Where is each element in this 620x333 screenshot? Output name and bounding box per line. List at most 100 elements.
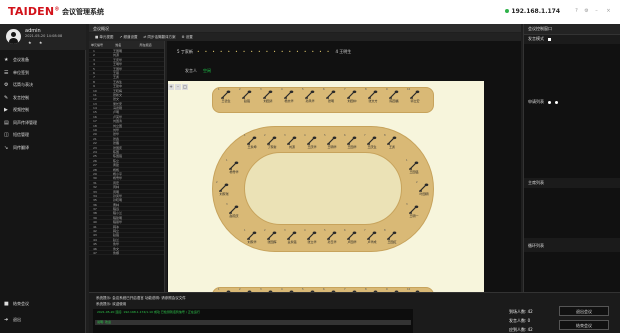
microphone-seat[interactable]: 3 刘源: [284, 134, 300, 150]
microphone-seat[interactable]: 2 张国辉: [264, 229, 280, 245]
apply-list-box: [524, 108, 620, 178]
system-welcome: 系统提示: 欢迎使用: [96, 302, 127, 306]
step-to: 4 王明生: [335, 49, 352, 54]
nav-item-meeting-prep[interactable]: ★ 会议准备: [0, 54, 86, 67]
microphone-icon: [387, 231, 397, 240]
nav-item-translation[interactable]: ↘ 同传翻译: [0, 142, 86, 155]
seat-map: 1 王德生 2 赵强 3 刘国清 4 杨文华 5 孙凤华 6 张明 7 刘国中 8 张文方 9 陈国福 10 郭立宏 1…: [168, 81, 484, 321]
microphone-icon: [263, 90, 273, 99]
microphone-seat[interactable]: 5 王明华: [324, 134, 340, 150]
end-meeting-button[interactable]: 结束会议: [559, 320, 609, 330]
app-window: TAIDEN® 会议管理系统 192.168.1.174 ? ⚙ – × adm…: [0, 0, 620, 333]
zoom-out-button[interactable]: -: [175, 84, 181, 90]
log-panel: 2021-05-20 连接: 192.168.1.174/1.10 成功 已检测…: [93, 309, 413, 333]
microphone-seat[interactable]: 4 张立华: [304, 229, 320, 245]
microphone-icon: [267, 136, 277, 145]
attendance-stats: 到场人数: 42 发言人数: 0 应到人数: 42: [509, 307, 533, 333]
microphone-seat[interactable]: 5 孙玉华: [324, 229, 340, 245]
microphone-icon: [305, 90, 315, 99]
microphone-icon: [347, 231, 357, 240]
nav-item-interpretation[interactable]: ▤ 同声传译管理: [0, 117, 86, 130]
microphone-icon: [219, 183, 229, 192]
speaker-status: 发言人 空闲: [185, 68, 211, 73]
bottom-panel: 系统提示: 会议系统已开启语言 功能说明: 请参照会议文件 系统提示: 欢迎使用…: [89, 292, 620, 333]
microphone-seat[interactable]: 1 杨雪华: [226, 159, 242, 175]
radio-icon[interactable]: [555, 100, 558, 104]
settings-icon[interactable]: ⚙: [584, 9, 589, 14]
sidebar-footer: ■ 结束会议 ➜ 退出: [0, 296, 86, 328]
microphone-icon: [327, 231, 337, 240]
microphone-seat[interactable]: 1 王德生: [218, 88, 234, 104]
title-bar: TAIDEN® 会议管理系统 192.168.1.174 ? ⚙ – ×: [0, 0, 620, 24]
microphone-icon: [284, 90, 294, 99]
seat-list: 单元编号 姓名 所在频道 1 王国明 2 刘源 3 王庆华 4 王明华 5 王国华 6 王丽 7 王勇 8 王…: [89, 41, 165, 292]
message-icon: ◫: [4, 132, 9, 139]
microphone-icon: [368, 90, 378, 99]
microphone-seat[interactable]: 1 刘家华: [244, 229, 260, 245]
unit-view-button[interactable]: ■ 单元视图: [95, 35, 113, 39]
sidebar: admin 2021-05-20 14:08:08 ★ ★ ★ 会议准备 ☰ 单位签…: [0, 24, 86, 333]
nav-item-video-control[interactable]: ▶ 视频控制: [0, 104, 86, 117]
sync-mic-button[interactable]: ⇄ 同步话筒翻译方案: [143, 35, 175, 39]
microphone-icon: [287, 136, 297, 145]
exit-button[interactable]: ➜ 退出: [0, 312, 86, 328]
microphone-seat[interactable]: 8 王勇: [384, 134, 400, 150]
nav-item-signin[interactable]: ☰ 单位签到: [0, 67, 86, 80]
microphone-seat[interactable]: 5 孙凤华: [302, 88, 318, 104]
exit-meeting-button[interactable]: 退出会议: [559, 306, 609, 316]
microphone-seat[interactable]: 2 赵强: [239, 88, 255, 104]
microphone-seat[interactable]: 4 王庆华: [304, 134, 320, 150]
close-icon[interactable]: ×: [606, 9, 611, 14]
end-meeting-button[interactable]: ■ 结束会议: [0, 296, 86, 312]
microphone-seat[interactable]: 2 丁家新: [264, 134, 280, 150]
microphone-seat[interactable]: 3 刘国清: [260, 88, 276, 104]
nav-item-sms[interactable]: ◫ 短信管理: [0, 129, 86, 142]
radio-icon[interactable]: [548, 100, 551, 104]
help-icon[interactable]: ?: [574, 9, 579, 14]
microphone-icon: [367, 136, 377, 145]
list-icon: ☰: [4, 69, 9, 76]
speech-progress: 5 丁家新 • • • • • • • • • • • • • • • • • …: [177, 49, 351, 55]
panel-title: 会议概况: [89, 24, 521, 32]
channel-settings-button[interactable]: ↗ 频道设置: [119, 35, 137, 39]
microphone-seat[interactable]: 6 张明: [323, 88, 339, 104]
nav-item-speech-control[interactable]: ✎ 发言控制: [0, 92, 86, 105]
microphone-seat[interactable]: 10 郭立宏: [407, 88, 423, 104]
microphone-seat[interactable]: 2 叶国明: [416, 181, 432, 197]
interpret-icon: ▤: [4, 119, 9, 126]
speak-mode-row[interactable]: 发言模式: [528, 36, 551, 42]
minimize-icon[interactable]: –: [594, 9, 599, 14]
settings-button[interactable]: ⚙ 设置: [182, 35, 193, 39]
queue-list-row: 循环列表: [528, 243, 544, 248]
microphone-seat[interactable]: 7 刘国中: [344, 88, 360, 104]
microphone-seat[interactable]: 2 刘家瑞: [216, 181, 232, 197]
checkbox-icon[interactable]: [548, 37, 551, 41]
microphone-seat[interactable]: 8 张文方: [365, 88, 381, 104]
table-row[interactable]: 47 鲁娜: [89, 251, 164, 256]
app-title: 会议管理系统: [62, 8, 104, 16]
microphone-seat[interactable]: 9 陈国福: [386, 88, 402, 104]
nav-item-mic-vote[interactable]: ⚙ 话筒与表决: [0, 79, 86, 92]
control-window-title: 会议控制窗口: [524, 24, 620, 35]
microphone-seat[interactable]: 7 卢华成: [364, 229, 380, 245]
microphone-icon: [242, 90, 252, 99]
apply-list-row: 申请列表: [528, 99, 558, 105]
log-input[interactable]: 说明: 欢迎: [95, 320, 411, 325]
microphone-seat[interactable]: 3 袁永强: [284, 229, 300, 245]
microphone-seat[interactable]: 3 王明一: [406, 203, 422, 219]
zoom-in-button[interactable]: +: [168, 84, 174, 90]
microphone-seat[interactable]: 4 杨文华: [281, 88, 297, 104]
microphone-seat[interactable]: 1 王永坤: [244, 134, 260, 150]
microphone-seat[interactable]: 6 王国华: [344, 134, 360, 150]
microphone-seat[interactable]: 8 王国红: [384, 229, 400, 245]
speaker-status-value: 空闲: [203, 68, 211, 73]
fit-button[interactable]: □: [182, 84, 188, 90]
microphone-seat[interactable]: 1 王国铭: [406, 159, 422, 175]
microphone-icon: [287, 231, 297, 240]
microphone-seat[interactable]: 7 王庆生: [364, 134, 380, 150]
microphone-icon: [347, 90, 357, 99]
microphone-seat[interactable]: 6 卢国华: [344, 229, 360, 245]
microphone-icon: [307, 231, 317, 240]
speaking-count: 发言人数: 0: [509, 318, 531, 323]
microphone-seat[interactable]: 3 赵晓庆: [226, 203, 242, 219]
